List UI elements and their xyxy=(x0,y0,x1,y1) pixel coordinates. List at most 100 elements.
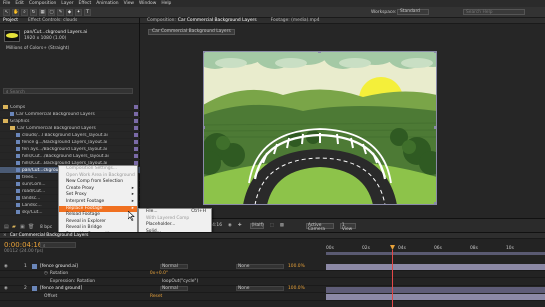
menu-window[interactable]: Window xyxy=(139,1,156,6)
label-swatch[interactable] xyxy=(134,140,138,144)
menu-item-reveal-bridge[interactable]: Reveal in Bridge xyxy=(59,225,137,232)
menu-help[interactable]: Help xyxy=(161,1,171,6)
layer-name[interactable]: [fence and ground] xyxy=(40,286,160,291)
layer-duration-bar[interactable] xyxy=(326,264,545,270)
layer-name[interactable]: [fence ground.ai] xyxy=(40,264,160,269)
timeline-timecode[interactable]: 0:00:04:16 xyxy=(4,241,42,249)
camera-icon[interactable]: ◉ xyxy=(228,223,232,228)
tree-row-hills-1[interactable]: hills/Cut.../Background Layers_layout.ai xyxy=(0,153,140,160)
timeline-search-field[interactable]: ⌕ xyxy=(40,242,76,249)
eye-icon[interactable]: ◉ xyxy=(0,286,24,291)
interpret-footage-icon[interactable]: ▤ xyxy=(4,224,9,230)
puppet-tool-icon[interactable]: ✦ xyxy=(75,8,82,16)
new-folder-icon[interactable]: ▰ xyxy=(12,224,16,230)
zoom-tool-icon[interactable]: ⌕ xyxy=(21,8,28,16)
menu-item-new-comp[interactable]: New Comp from Selection xyxy=(59,179,137,186)
view-layout-select[interactable]: 1 View xyxy=(339,222,356,231)
rotate-tool-icon[interactable]: ↻ xyxy=(30,8,37,16)
menu-bar: File Edit Composition Layer Effect Anima… xyxy=(0,0,545,7)
transparency-grid-icon[interactable]: ▩ xyxy=(280,223,284,228)
selection-tool-icon[interactable]: ↖ xyxy=(3,8,10,16)
new-comp-icon[interactable]: ▣ xyxy=(20,224,25,230)
tree-row-clouds[interactable]: clouds/...l Background Layers_layout.ai xyxy=(0,132,140,139)
workspace-select[interactable]: Standard xyxy=(397,9,429,15)
text-tool-icon[interactable]: T xyxy=(84,8,91,16)
opacity-value[interactable]: 100.0% xyxy=(288,264,322,269)
submenu-item-file[interactable]: File... Ctrl+H xyxy=(139,209,211,216)
expression-row[interactable]: Expression: Rotation loopOut("cycle") xyxy=(0,278,545,286)
property-name: Offset xyxy=(44,293,58,299)
tree-row-fence[interactable]: fence g.../Background Layers_layout.ai xyxy=(0,139,140,146)
tab-timeline-comp[interactable]: Car Commercial Background Layers xyxy=(10,233,89,239)
rotation-value[interactable]: 0x+0.0° xyxy=(150,271,168,276)
tree-row-comp[interactable]: Car Commercial Background Layers xyxy=(0,111,140,118)
pen-tool-icon[interactable]: ✎ xyxy=(57,8,64,16)
label-swatch[interactable] xyxy=(134,133,138,137)
menu-layer[interactable]: Layer xyxy=(61,1,73,6)
submenu-arrow-icon: ▸ xyxy=(131,192,134,198)
file-icon xyxy=(16,154,20,158)
menu-item-reload-footage[interactable]: Reload Footage xyxy=(59,212,137,219)
file-icon xyxy=(16,182,20,186)
label-swatch[interactable] xyxy=(134,112,138,116)
ruler-tick: 10s xyxy=(506,245,514,251)
label-swatch[interactable] xyxy=(134,105,138,109)
menu-view[interactable]: View xyxy=(124,1,134,6)
layer-duration-bar[interactable] xyxy=(326,294,545,300)
trash-icon[interactable]: 🗑 xyxy=(28,224,34,230)
menu-composition[interactable]: Composition xyxy=(29,1,56,6)
region-of-interest-icon[interactable]: ⬚ xyxy=(270,223,274,228)
comp-viewer-artwork[interactable] xyxy=(203,51,437,205)
label-swatch[interactable] xyxy=(134,154,138,158)
expression-graph-area[interactable] xyxy=(326,287,545,293)
label-swatch[interactable] xyxy=(134,126,138,130)
tab-project[interactable]: Project xyxy=(3,18,18,24)
eye-icon[interactable]: ◉ xyxy=(0,264,24,269)
label-swatch[interactable] xyxy=(134,119,138,123)
timeline-tab-bar: × Car Commercial Background Layers xyxy=(0,233,545,239)
property-row[interactable]: ◷ Rotation 0x+0.0° xyxy=(0,271,545,278)
file-icon xyxy=(16,189,20,193)
reset-link[interactable]: Reset xyxy=(150,294,162,299)
camera-tool-icon[interactable]: ▦ xyxy=(39,8,46,16)
work-area-bar[interactable] xyxy=(326,252,545,255)
parent-select[interactable]: None xyxy=(236,263,284,269)
blend-mode-select[interactable]: Normal xyxy=(160,286,188,292)
submenu-item-placeholder[interactable]: Placeholder... xyxy=(139,222,211,229)
bit-depth-button[interactable]: 8 bpc xyxy=(40,225,52,230)
time-ruler[interactable]: 00s 02s 04s 06s 08s 10s xyxy=(326,245,545,251)
menu-item-set-proxy[interactable]: Set Proxy ▸ xyxy=(59,192,137,199)
close-icon[interactable]: × xyxy=(3,233,7,239)
menu-effect[interactable]: Effect xyxy=(79,1,92,6)
parent-select[interactable]: None xyxy=(236,286,284,292)
menu-item-interpret-footage[interactable]: Interpret Footage ▸ xyxy=(59,199,137,206)
menu-edit[interactable]: Edit xyxy=(15,1,24,6)
menu-file[interactable]: File xyxy=(3,1,10,6)
tree-row-comps[interactable]: Comps xyxy=(0,104,140,111)
playhead-line[interactable] xyxy=(392,250,393,307)
stopwatch-icon[interactable]: ◷ xyxy=(44,271,48,276)
tab-footage[interactable]: Footage: (media).mp4 xyxy=(271,18,320,24)
tree-row-fen-ays[interactable]: fen ays.../Background Layers_layout.ai xyxy=(0,146,140,153)
color-channel-icon[interactable]: ✚ xyxy=(238,223,242,228)
label-swatch[interactable] xyxy=(134,147,138,151)
tree-row-graphics[interactable]: Graphics xyxy=(0,118,140,125)
project-search-field[interactable]: ⌕ Search xyxy=(3,88,133,95)
resolution-select[interactable]: (Half) xyxy=(249,222,264,229)
menu-item-composition-settings[interactable]: Composition Settings... xyxy=(59,166,137,173)
search-help-field[interactable]: Search Help xyxy=(463,9,525,15)
active-camera-select[interactable]: Active Camera xyxy=(305,222,334,231)
expression-text[interactable]: loopOut("cycle") xyxy=(162,279,198,284)
menu-animation[interactable]: Animation xyxy=(96,1,118,6)
tab-effect-controls[interactable]: Effect Controls: clouds xyxy=(28,18,77,24)
rectangle-tool-icon[interactable]: ▢ xyxy=(48,8,55,16)
comp-tab-bar: Composition: Car Commercial Background L… xyxy=(140,18,545,24)
tab-composition[interactable]: Car Commercial Background Layers xyxy=(178,18,257,24)
anchor-tool-icon[interactable]: ◆ xyxy=(66,8,73,16)
blend-mode-select[interactable]: Normal xyxy=(160,263,188,269)
opacity-value[interactable]: 100.0% xyxy=(288,286,322,291)
hand-tool-icon[interactable]: ✋ xyxy=(12,8,19,16)
tree-row-bg-folder[interactable]: Car Commercial Background Layers xyxy=(0,125,140,132)
file-icon xyxy=(16,140,20,144)
comp-breadcrumb[interactable]: Car Commercial Background Layers xyxy=(148,29,235,35)
